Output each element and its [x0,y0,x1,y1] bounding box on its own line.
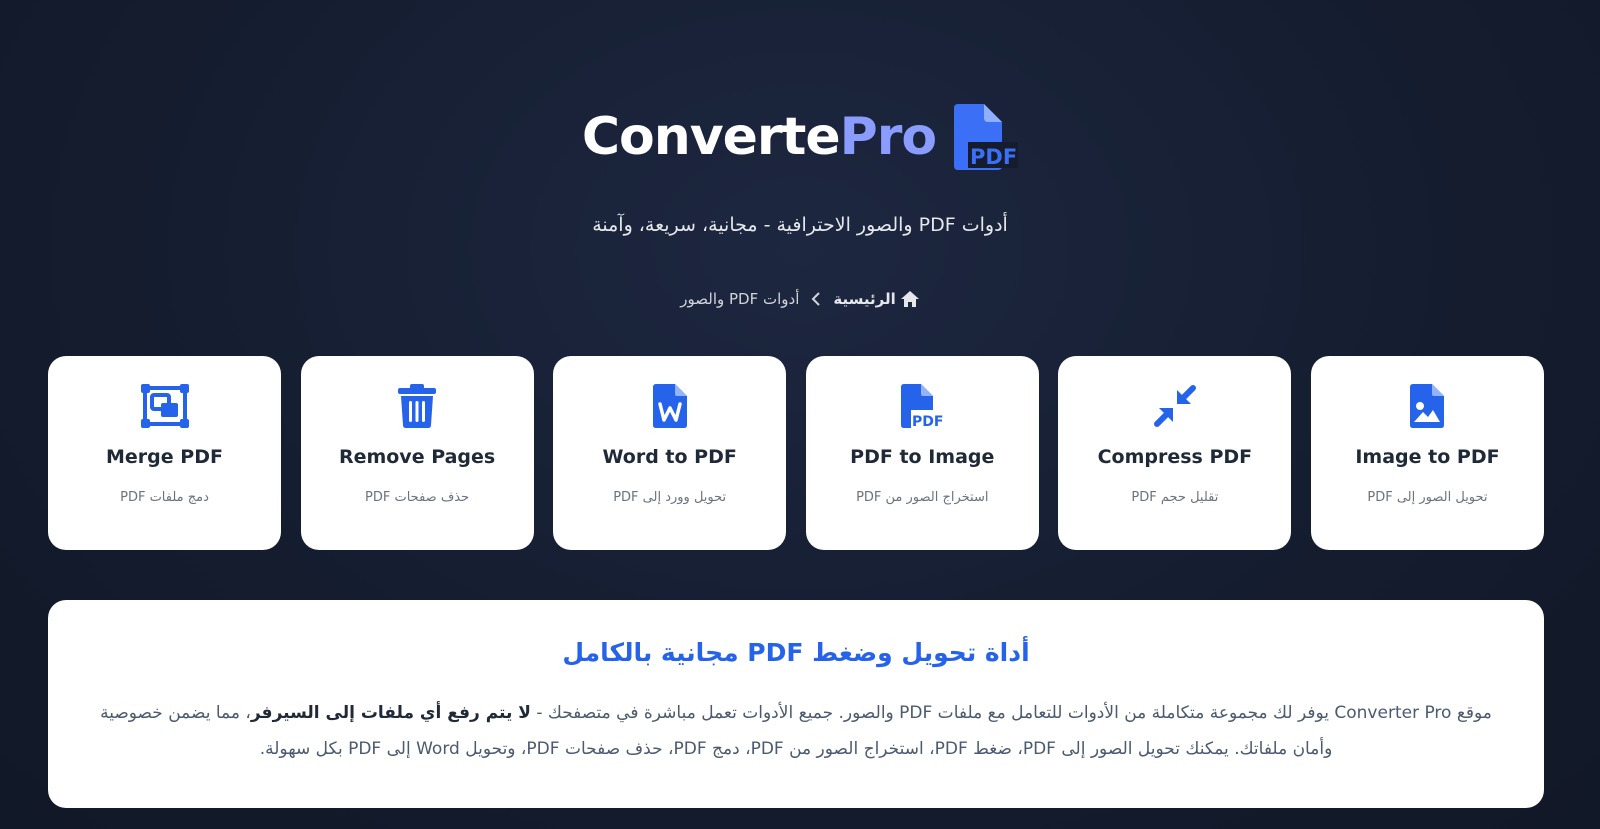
tool-subtitle: استخراج الصور من PDF [856,490,989,505]
tool-title: Image to PDF [1355,446,1500,468]
chevron-left-icon [811,292,821,306]
tool-card-remove-pages[interactable]: Remove Pages حذف صفحات PDF [300,356,534,550]
breadcrumb-home-link[interactable]: الرئيسية [833,290,919,308]
tools-grid: Image to PDF تحويل الصور إلى PDF Compres… [48,356,1544,550]
logo-text-part1: Converte [581,107,841,167]
site-header: ConvertePro PDF [0,104,1600,170]
info-section: أداة تحويل وضغط PDF مجانية بالكامل موقع … [48,600,1544,808]
tool-card-word-to-pdf[interactable]: Word to PDF تحويل وورد إلى PDF [553,356,787,550]
pdf-logo-icon: PDF [954,104,1019,170]
tool-subtitle: دمج ملفات PDF [120,490,209,505]
pdf-icon-text: PDF [912,414,943,428]
info-text-part1: موقع Converter Pro يوفر لك مجموعة متكامل… [530,703,1492,723]
word-file-icon [645,384,695,428]
pdf-file-icon: PDF [897,384,947,428]
merge-icon [140,384,190,428]
tool-subtitle: تحويل وورد إلى PDF [613,490,727,505]
logo-text[interactable]: ConvertePro [582,111,937,163]
tool-card-compress-pdf[interactable]: Compress PDF تقليل حجم PDF [1058,356,1292,550]
tagline: أدوات PDF والصور الاحترافية - مجانية، سر… [592,214,1008,236]
compress-icon [1150,384,1200,428]
tool-card-pdf-to-image[interactable]: PDF PDF to Image استخراج الصور من PDF [805,356,1039,550]
tool-subtitle: حذف صفحات PDF [365,490,470,505]
tool-title: PDF to Image [850,446,995,468]
tool-title: Word to PDF [602,446,737,468]
tool-card-image-to-pdf[interactable]: Image to PDF تحويل الصور إلى PDF [1310,356,1544,550]
tool-title: Remove Pages [338,446,496,468]
trash-icon [392,384,442,428]
tool-subtitle: تقليل حجم PDF [1131,490,1219,505]
tool-title: Compress PDF [1097,446,1253,468]
home-icon [900,291,919,307]
logo-text-part2: Pro [839,107,937,167]
breadcrumb-current: أدوات PDF والصور [680,290,800,308]
breadcrumb-home-label: الرئيسية [833,290,896,308]
image-file-icon [1402,384,1452,428]
logo-icon-text: PDF [970,145,1017,169]
tool-subtitle: تحويل الصور إلى PDF [1367,490,1488,505]
tool-title: Merge PDF [106,446,223,468]
info-text-bold: لا يتم رفع أي ملفات إلى السيرفر [250,703,531,723]
breadcrumb: الرئيسية أدوات PDF والصور [0,290,1600,308]
tool-card-merge-pdf[interactable]: Merge PDF دمج ملفات PDF [48,356,281,550]
info-description: موقع Converter Pro يوفر لك مجموعة متكامل… [86,695,1506,767]
info-heading: أداة تحويل وضغط PDF مجانية بالكامل [562,638,1030,667]
